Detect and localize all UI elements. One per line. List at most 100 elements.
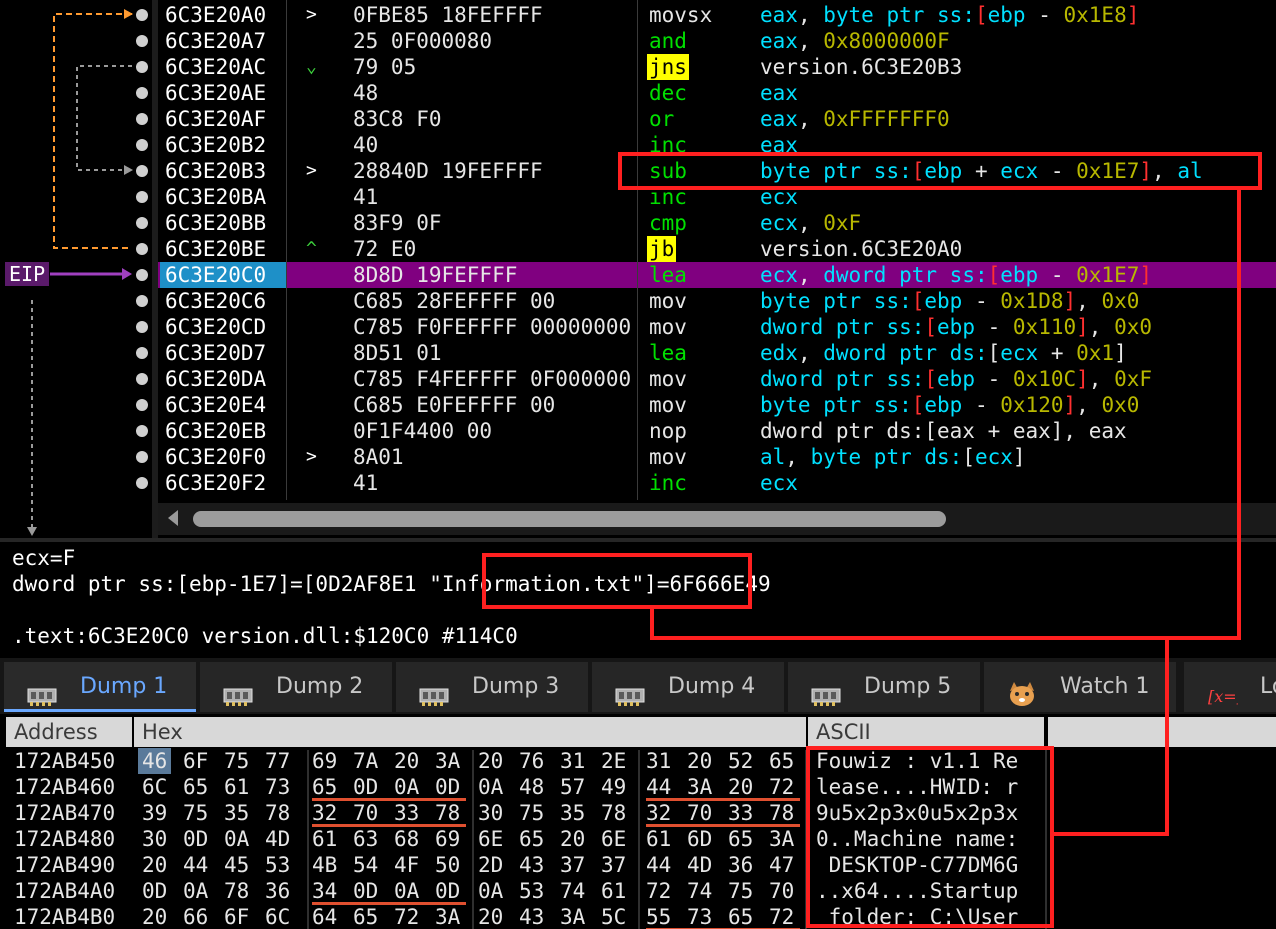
hex-byte[interactable]: 74 — [560, 878, 585, 904]
tab-lo[interactable]: [x=] Lo — [1184, 662, 1276, 712]
hex-byte[interactable]: 0D — [183, 826, 208, 852]
tab-watch-1[interactable]: Watch 1 — [984, 662, 1176, 712]
hex-byte[interactable]: 31 — [560, 748, 585, 774]
hex-byte[interactable]: 20 — [687, 748, 712, 774]
instruction-address[interactable]: 6C3E20BB — [165, 210, 266, 236]
hex-byte[interactable]: 65 — [769, 748, 794, 774]
disasm-row[interactable]: 6C3E20E4 C685 E0FEFFFF 00 mov byte ptr ss:[… — [158, 392, 1276, 418]
hex-byte[interactable]: 74 — [687, 878, 712, 904]
disasm-row[interactable]: 6C3E20CD C785 F0FEFFFF 00000000 mov dword p… — [158, 314, 1276, 340]
breakpoint-dot[interactable] — [136, 217, 148, 229]
hex-byte[interactable]: 4D — [687, 852, 712, 878]
hex-byte[interactable]: 64 — [312, 904, 337, 929]
hex-byte[interactable]: 20 — [478, 904, 503, 929]
hex-byte[interactable]: 78 — [769, 800, 794, 826]
hex-byte[interactable]: 6F — [183, 748, 208, 774]
dump-address[interactable]: 172AB490 — [14, 852, 115, 878]
breakpoint-dot[interactable] — [136, 399, 148, 411]
hex-byte[interactable]: 45 — [224, 852, 249, 878]
hex-byte[interactable]: 37 — [601, 852, 626, 878]
hex-byte[interactable]: 0A — [394, 878, 419, 904]
hex-byte[interactable]: 6E — [478, 826, 503, 852]
hex-column-header[interactable]: Hex — [134, 717, 806, 747]
hex-byte[interactable]: 0A — [224, 826, 249, 852]
breakpoint-dot[interactable] — [136, 477, 148, 489]
tab-dump-1[interactable]: Dump 1 — [4, 662, 196, 712]
hex-byte[interactable]: 73 — [265, 774, 290, 800]
hex-byte[interactable]: 70 — [353, 800, 378, 826]
hex-byte[interactable]: 20 — [142, 904, 167, 929]
breakpoint-dot[interactable] — [136, 373, 148, 385]
breakpoint-dot[interactable] — [136, 191, 148, 203]
hex-byte[interactable]: 78 — [435, 800, 460, 826]
instruction-address[interactable]: 6C3E20A7 — [165, 28, 266, 54]
hex-byte[interactable]: 46 — [138, 748, 172, 774]
disasm-row[interactable]: 6C3E20C6 C685 28FEFFFF 00 mov byte ptr ss:[… — [158, 288, 1276, 314]
hex-byte[interactable]: 0D — [142, 878, 167, 904]
hex-byte[interactable]: 78 — [601, 800, 626, 826]
hex-byte[interactable]: 32 — [646, 800, 671, 826]
ascii-column-header[interactable]: ASCII — [808, 717, 1044, 747]
hex-byte[interactable]: 3A — [769, 826, 794, 852]
hex-byte[interactable]: 72 — [769, 904, 794, 929]
hex-byte[interactable]: 72 — [394, 904, 419, 929]
hex-byte[interactable]: 65 — [519, 826, 544, 852]
instruction-address[interactable]: 6C3E20D7 — [165, 340, 266, 366]
hex-byte[interactable]: 2D — [478, 852, 503, 878]
breakpoint-dot[interactable] — [136, 35, 148, 47]
breakpoint-dot[interactable] — [136, 113, 148, 125]
hex-byte[interactable]: 0A — [478, 774, 503, 800]
dump-address[interactable]: 172AB4B0 — [14, 904, 115, 929]
hex-byte[interactable]: 47 — [769, 852, 794, 878]
hex-byte[interactable]: 77 — [265, 748, 290, 774]
disasm-row[interactable]: 6C3E20F2 41 inc ecx — [158, 470, 1276, 496]
hex-byte[interactable]: 2E — [601, 748, 626, 774]
hex-byte[interactable]: 44 — [646, 774, 671, 800]
hex-byte[interactable]: 66 — [183, 904, 208, 929]
hex-byte[interactable]: 32 — [312, 800, 337, 826]
address-column-header[interactable]: Address — [6, 717, 132, 747]
breakpoint-dot[interactable] — [136, 321, 148, 333]
breakpoint-dot[interactable] — [136, 295, 148, 307]
tab-dump-4[interactable]: Dump 4 — [592, 662, 784, 712]
hex-byte[interactable]: 3A — [435, 904, 460, 929]
hex-byte[interactable]: 33 — [394, 800, 419, 826]
hex-byte[interactable]: 20 — [560, 826, 585, 852]
hex-byte[interactable]: 76 — [519, 748, 544, 774]
hex-byte[interactable]: 6C — [142, 774, 167, 800]
hex-byte[interactable]: 30 — [478, 800, 503, 826]
hex-byte[interactable]: 75 — [183, 800, 208, 826]
hex-byte[interactable]: 69 — [435, 826, 460, 852]
hex-byte[interactable]: 49 — [601, 774, 626, 800]
hex-byte[interactable]: 68 — [394, 826, 419, 852]
hex-byte[interactable]: 65 — [353, 904, 378, 929]
hex-byte[interactable]: 72 — [769, 774, 794, 800]
hex-byte[interactable]: 0D — [435, 878, 460, 904]
hex-byte[interactable]: 52 — [728, 748, 753, 774]
instruction-address[interactable]: 6C3E20F0 — [165, 444, 266, 470]
breakpoint-dot[interactable] — [136, 347, 148, 359]
hex-byte[interactable]: 0D — [435, 774, 460, 800]
hex-byte[interactable]: 57 — [560, 774, 585, 800]
hex-byte[interactable]: 6F — [224, 904, 249, 929]
breakpoint-dot[interactable] — [136, 87, 148, 99]
hex-byte[interactable]: 37 — [560, 852, 585, 878]
breakpoint-dot[interactable] — [136, 61, 148, 73]
hex-byte[interactable]: 0A — [183, 878, 208, 904]
disasm-row[interactable]: 6C3E20AC ⌄ 79 05 jns version.6C3E20B3 — [158, 54, 1276, 80]
instruction-address[interactable]: 6C3E20F2 — [165, 470, 266, 496]
hex-byte[interactable]: 61 — [312, 826, 337, 852]
hex-byte[interactable]: 6D — [687, 826, 712, 852]
hex-byte[interactable]: 3A — [687, 774, 712, 800]
hex-byte[interactable]: 3A — [435, 748, 460, 774]
instruction-address[interactable]: 6C3E20C6 — [165, 288, 266, 314]
hex-byte[interactable]: 73 — [687, 904, 712, 929]
dump-address[interactable]: 172AB460 — [14, 774, 115, 800]
disasm-row[interactable]: 6C3E20AE 48 dec eax — [158, 80, 1276, 106]
hex-byte[interactable]: 69 — [312, 748, 337, 774]
hex-byte[interactable]: 65 — [728, 904, 753, 929]
hex-byte[interactable]: 20 — [142, 852, 167, 878]
hex-byte[interactable]: 4B — [312, 852, 337, 878]
hex-byte[interactable]: 6C — [265, 904, 290, 929]
instruction-address[interactable]: 6C3E20CD — [165, 314, 266, 340]
